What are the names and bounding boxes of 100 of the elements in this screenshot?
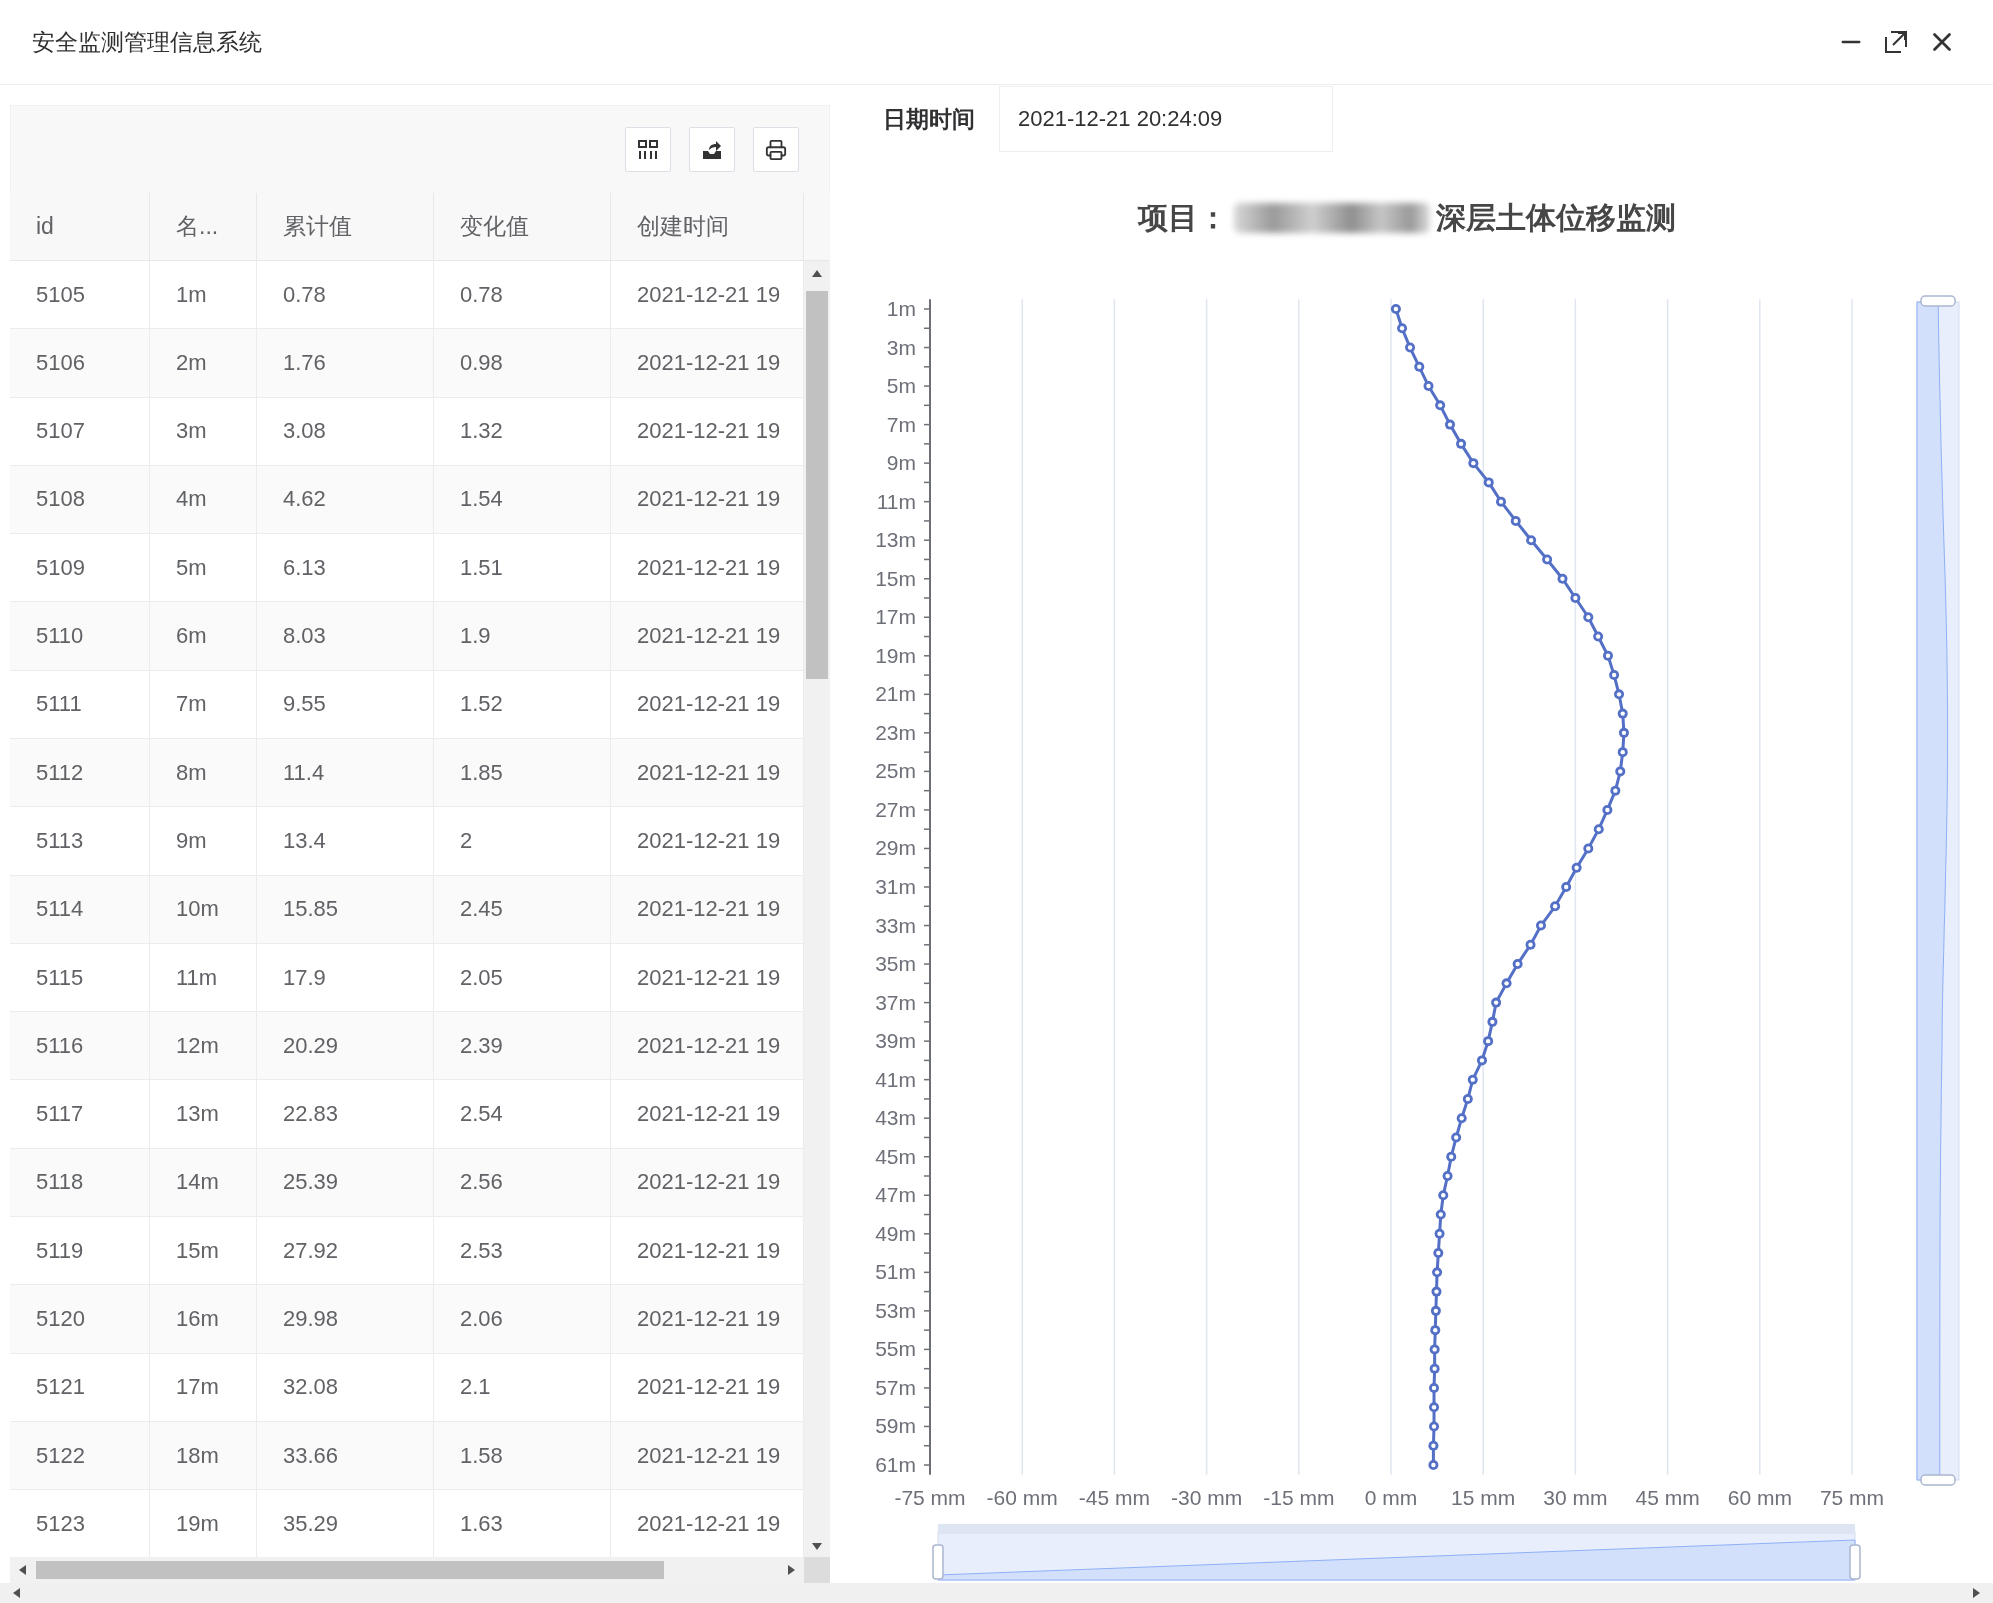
data-point <box>1617 747 1628 758</box>
window-title: 安全监测管理信息系统 <box>32 27 262 57</box>
data-point <box>1432 1267 1443 1278</box>
table-cell: 13.4 <box>257 807 434 875</box>
chart-title-label: 项目： <box>1137 199 1228 236</box>
column-header[interactable]: 累计值 <box>257 193 434 260</box>
table-cell: 8m <box>150 739 257 807</box>
data-point <box>1525 939 1536 950</box>
columns-button[interactable] <box>625 127 671 172</box>
data-point <box>1501 978 1512 989</box>
axis-label: 13m <box>875 528 916 552</box>
axis-label: -15 mm <box>1263 1486 1335 1509</box>
horizontal-zoom-slider[interactable] <box>932 1524 1861 1581</box>
table-cell: 1.58 <box>434 1421 611 1490</box>
axis-label: 49m <box>875 1221 916 1245</box>
print-button[interactable] <box>753 127 799 172</box>
export-icon[interactable] <box>701 138 723 161</box>
table-cell: 0.78 <box>434 260 611 329</box>
axis-label: 37m <box>875 990 916 1014</box>
axis-label: 0 mm <box>1364 1486 1418 1509</box>
data-point <box>1526 535 1537 546</box>
table-cell: 32.08 <box>257 1353 434 1421</box>
table-cell: 5113 <box>10 807 150 875</box>
table-cell: 5122 <box>10 1421 150 1490</box>
export-button[interactable] <box>689 127 735 172</box>
axis-label: 9m <box>886 451 916 475</box>
data-point <box>1429 1382 1440 1393</box>
page-scrollbar[interactable] <box>0 1583 1993 1603</box>
table-cell: 16m <box>150 1285 257 1353</box>
table-cell: 1.51 <box>434 534 611 602</box>
table-cell: 17m <box>150 1353 257 1421</box>
axis-label: 30 mm <box>1543 1486 1608 1509</box>
column-header[interactable]: 创建时间 <box>611 193 804 260</box>
data-point <box>1433 1248 1444 1259</box>
data-point <box>1602 804 1613 815</box>
table-cell: 5121 <box>10 1353 150 1421</box>
table-cell: 5115 <box>10 943 150 1012</box>
data-point <box>1429 1402 1440 1413</box>
data-point <box>1603 650 1613 661</box>
table-cell: 5117 <box>10 1080 150 1148</box>
table-cell: 11.4 <box>257 739 434 807</box>
horizontal-scrollbar[interactable] <box>10 1557 830 1583</box>
scroll-left-icon[interactable] <box>11 1587 23 1599</box>
data-point <box>1431 1286 1442 1297</box>
column-header[interactable]: 变化值 <box>434 193 611 260</box>
table-cell: 10m <box>150 875 257 943</box>
table-cell: 13m <box>150 1080 257 1148</box>
scroll-right-icon[interactable] <box>1970 1587 1982 1599</box>
table-cell: 33.66 <box>257 1421 434 1490</box>
axis-label: 47m <box>875 1183 916 1207</box>
table-cell: 2 <box>434 807 611 875</box>
scroll-right-icon[interactable] <box>785 1564 797 1576</box>
data-point <box>1550 901 1561 912</box>
data-point <box>1561 882 1572 892</box>
table-cell: 29.98 <box>257 1285 434 1353</box>
axis-label: 17m <box>875 605 916 629</box>
data-point <box>1476 1055 1487 1066</box>
column-header[interactable]: id <box>10 193 150 260</box>
axis-label: 23m <box>875 720 916 744</box>
table-cell: 15.85 <box>257 875 434 943</box>
grid-icon[interactable] <box>637 138 659 161</box>
table-cell: 5120 <box>10 1285 150 1353</box>
table-cell: 6.13 <box>257 534 434 602</box>
data-point <box>1483 477 1494 488</box>
axis-label: 59m <box>875 1414 916 1438</box>
column-header[interactable]: 名... <box>150 193 257 260</box>
date-label: 日期时间 <box>883 104 975 134</box>
data-point <box>1583 612 1594 623</box>
data-point <box>1614 689 1625 700</box>
data-point <box>1434 1228 1445 1239</box>
date-field[interactable]: 2021-12-21 20:24:09 <box>999 86 1333 152</box>
axis-label: 57m <box>875 1375 916 1399</box>
axis-label: 15 mm <box>1451 1486 1516 1509</box>
axis-label: 45m <box>875 1144 916 1168</box>
vertical-scrollbar[interactable] <box>804 260 830 1557</box>
data-point <box>1570 593 1581 603</box>
data-point <box>1593 631 1604 642</box>
data-point <box>1438 1190 1449 1201</box>
vertical-zoom-slider[interactable] <box>1916 295 1960 1486</box>
table-cell: 1.52 <box>434 670 611 738</box>
table-cell: 2.56 <box>434 1148 611 1217</box>
table-cell: 1.54 <box>434 465 611 534</box>
data-point <box>1610 785 1621 796</box>
axis-label: 27m <box>875 797 916 821</box>
data-point <box>1483 1036 1494 1047</box>
data-point <box>1430 1305 1441 1316</box>
table-cell: 1m <box>150 260 257 329</box>
table-cell: 2.54 <box>434 1080 611 1148</box>
axis-label: 33m <box>875 913 916 937</box>
data-point <box>1593 824 1604 835</box>
data-point <box>1491 997 1502 1008</box>
data-point <box>1617 708 1628 719</box>
scroll-left-icon[interactable] <box>17 1564 29 1576</box>
print-icon[interactable] <box>765 138 787 161</box>
axis-label: 45 mm <box>1635 1486 1700 1509</box>
data-point <box>1468 458 1479 469</box>
data-point <box>1435 1209 1446 1220</box>
table-cell: 5112 <box>10 739 150 807</box>
table-cell: 2m <box>150 329 257 397</box>
table-cell: 2.05 <box>434 943 611 1012</box>
